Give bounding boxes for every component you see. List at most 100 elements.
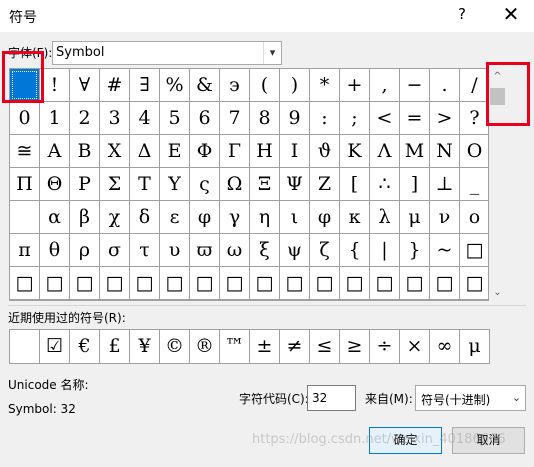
- symbol-cell[interactable]: σ: [100, 234, 130, 267]
- symbol-cell[interactable]: Φ: [190, 135, 220, 168]
- symbol-cell[interactable]: ≅: [10, 135, 40, 168]
- recent-symbol-cell[interactable]: £: [100, 330, 130, 363]
- symbol-cell[interactable]: ψ: [280, 234, 310, 267]
- recent-symbol-cell[interactable]: ×: [400, 330, 430, 363]
- symbol-cell[interactable]: Υ: [160, 168, 190, 201]
- symbol-cell[interactable]: Σ: [100, 168, 130, 201]
- recent-symbol-cell[interactable]: ≥: [340, 330, 370, 363]
- symbol-cell[interactable]: ,: [370, 69, 400, 102]
- chevron-down-icon[interactable]: ▾: [263, 42, 281, 64]
- symbol-cell[interactable]: 0: [10, 102, 40, 135]
- symbol-cell[interactable]: ν: [430, 201, 460, 234]
- symbol-cell[interactable]: |: [370, 234, 400, 267]
- symbol-cell[interactable]: +: [340, 69, 370, 102]
- recent-symbol-cell[interactable]: ∞: [430, 330, 460, 363]
- recent-symbol-cell[interactable]: ™: [220, 330, 250, 363]
- symbol-cell[interactable]: □: [460, 234, 490, 267]
- symbol-cell[interactable]: Ι: [280, 135, 310, 168]
- recent-symbol-cell[interactable]: €: [70, 330, 100, 363]
- symbol-cell[interactable]: Ω: [220, 168, 250, 201]
- symbol-cell[interactable]: {: [340, 234, 370, 267]
- symbol-cell[interactable]: ϑ: [310, 135, 340, 168]
- font-select[interactable]: Symbol ▾: [52, 41, 282, 65]
- symbol-cell[interactable]: >: [430, 102, 460, 135]
- symbol-cell[interactable]: φ: [310, 201, 340, 234]
- symbol-cell[interactable]: !: [40, 69, 70, 102]
- symbol-cell[interactable]: 5: [160, 102, 190, 135]
- help-button[interactable]: ?: [452, 5, 472, 25]
- symbol-cell[interactable]: .: [430, 69, 460, 102]
- symbol-cell[interactable]: Δ: [130, 135, 160, 168]
- symbol-cell[interactable]: Ρ: [70, 168, 100, 201]
- symbol-cell[interactable]: ∴: [370, 168, 400, 201]
- symbol-cell[interactable]: 4: [130, 102, 160, 135]
- symbol-cell[interactable]: Ν: [430, 135, 460, 168]
- symbol-cell[interactable]: 7: [220, 102, 250, 135]
- symbol-cell[interactable]: ω: [220, 234, 250, 267]
- symbol-cell[interactable]: %: [160, 69, 190, 102]
- symbol-cell[interactable]: Κ: [340, 135, 370, 168]
- symbol-cell[interactable]: Ξ: [250, 168, 280, 201]
- symbol-cell[interactable]: ι: [280, 201, 310, 234]
- close-button[interactable]: ✕: [498, 3, 524, 27]
- symbol-cell[interactable]: Λ: [370, 135, 400, 168]
- recent-symbol-cell[interactable]: ☑: [40, 330, 70, 363]
- symbol-cell[interactable]: ]: [400, 168, 430, 201]
- symbol-cell[interactable]: ξ: [250, 234, 280, 267]
- symbol-cell[interactable]: □: [280, 267, 310, 300]
- symbol-cell[interactable]: (: [250, 69, 280, 102]
- symbol-cell[interactable]: −: [400, 69, 430, 102]
- symbol-cell[interactable]: □: [160, 267, 190, 300]
- symbol-cell[interactable]: &: [190, 69, 220, 102]
- symbol-cell[interactable]: ρ: [70, 234, 100, 267]
- symbol-cell[interactable]: ;: [340, 102, 370, 135]
- symbol-cell[interactable]: Γ: [220, 135, 250, 168]
- symbol-cell[interactable]: ς: [190, 168, 220, 201]
- symbol-cell[interactable]: _: [460, 168, 490, 201]
- symbol-cell[interactable]: Ε: [160, 135, 190, 168]
- symbol-cell[interactable]: Χ: [100, 135, 130, 168]
- symbol-cell[interactable]: □: [190, 267, 220, 300]
- cancel-button[interactable]: 取消: [452, 427, 525, 454]
- chevron-down-icon[interactable]: ⌄: [508, 386, 525, 410]
- recent-symbol-cell[interactable]: [10, 330, 40, 363]
- symbol-cell[interactable]: τ: [130, 234, 160, 267]
- symbol-cell[interactable]: ο: [460, 201, 490, 234]
- symbol-cell[interactable]: <: [370, 102, 400, 135]
- symbol-cell[interactable]: π: [10, 234, 40, 267]
- symbol-cell[interactable]: ϖ: [190, 234, 220, 267]
- recent-symbol-cell[interactable]: ≠: [280, 330, 310, 363]
- symbol-cell[interactable]: Ο: [460, 135, 490, 168]
- symbol-cell[interactable]: }: [400, 234, 430, 267]
- symbol-cell[interactable]: 1: [40, 102, 70, 135]
- recent-symbol-cell[interactable]: ≤: [310, 330, 340, 363]
- symbol-cell[interactable]: δ: [130, 201, 160, 234]
- symbol-cell[interactable]: □: [130, 267, 160, 300]
- recent-symbol-cell[interactable]: μ: [460, 330, 490, 363]
- symbol-cell[interactable]: α: [40, 201, 70, 234]
- symbol-cell[interactable]: χ: [100, 201, 130, 234]
- symbol-cell[interactable]: ε: [160, 201, 190, 234]
- symbol-cell[interactable]: γ: [220, 201, 250, 234]
- symbol-cell[interactable]: η: [250, 201, 280, 234]
- symbol-cell[interactable]: □: [400, 267, 430, 300]
- symbol-cell[interactable]: φ: [190, 201, 220, 234]
- symbol-cell[interactable]: Μ: [400, 135, 430, 168]
- symbol-cell[interactable]: 9: [280, 102, 310, 135]
- symbol-cell[interactable]: □: [340, 267, 370, 300]
- symbol-cell[interactable]: β: [70, 201, 100, 234]
- symbol-cell[interactable]: 8: [250, 102, 280, 135]
- symbol-cell[interactable]: Ζ: [310, 168, 340, 201]
- symbol-cell[interactable]: :: [310, 102, 340, 135]
- symbol-cell[interactable]: λ: [370, 201, 400, 234]
- recent-symbol-cell[interactable]: ÷: [370, 330, 400, 363]
- from-select[interactable]: 符号(十进制) ⌄: [415, 385, 526, 411]
- symbol-cell[interactable]: ∃: [130, 69, 160, 102]
- symbol-cell[interactable]: □: [100, 267, 130, 300]
- symbol-cell[interactable]: *: [310, 69, 340, 102]
- symbol-cell[interactable]: 3: [100, 102, 130, 135]
- symbol-cell[interactable]: □: [40, 267, 70, 300]
- recent-symbol-cell[interactable]: ¥: [130, 330, 160, 363]
- symbol-cell[interactable]: Β: [70, 135, 100, 168]
- symbol-cell[interactable]: □: [70, 267, 100, 300]
